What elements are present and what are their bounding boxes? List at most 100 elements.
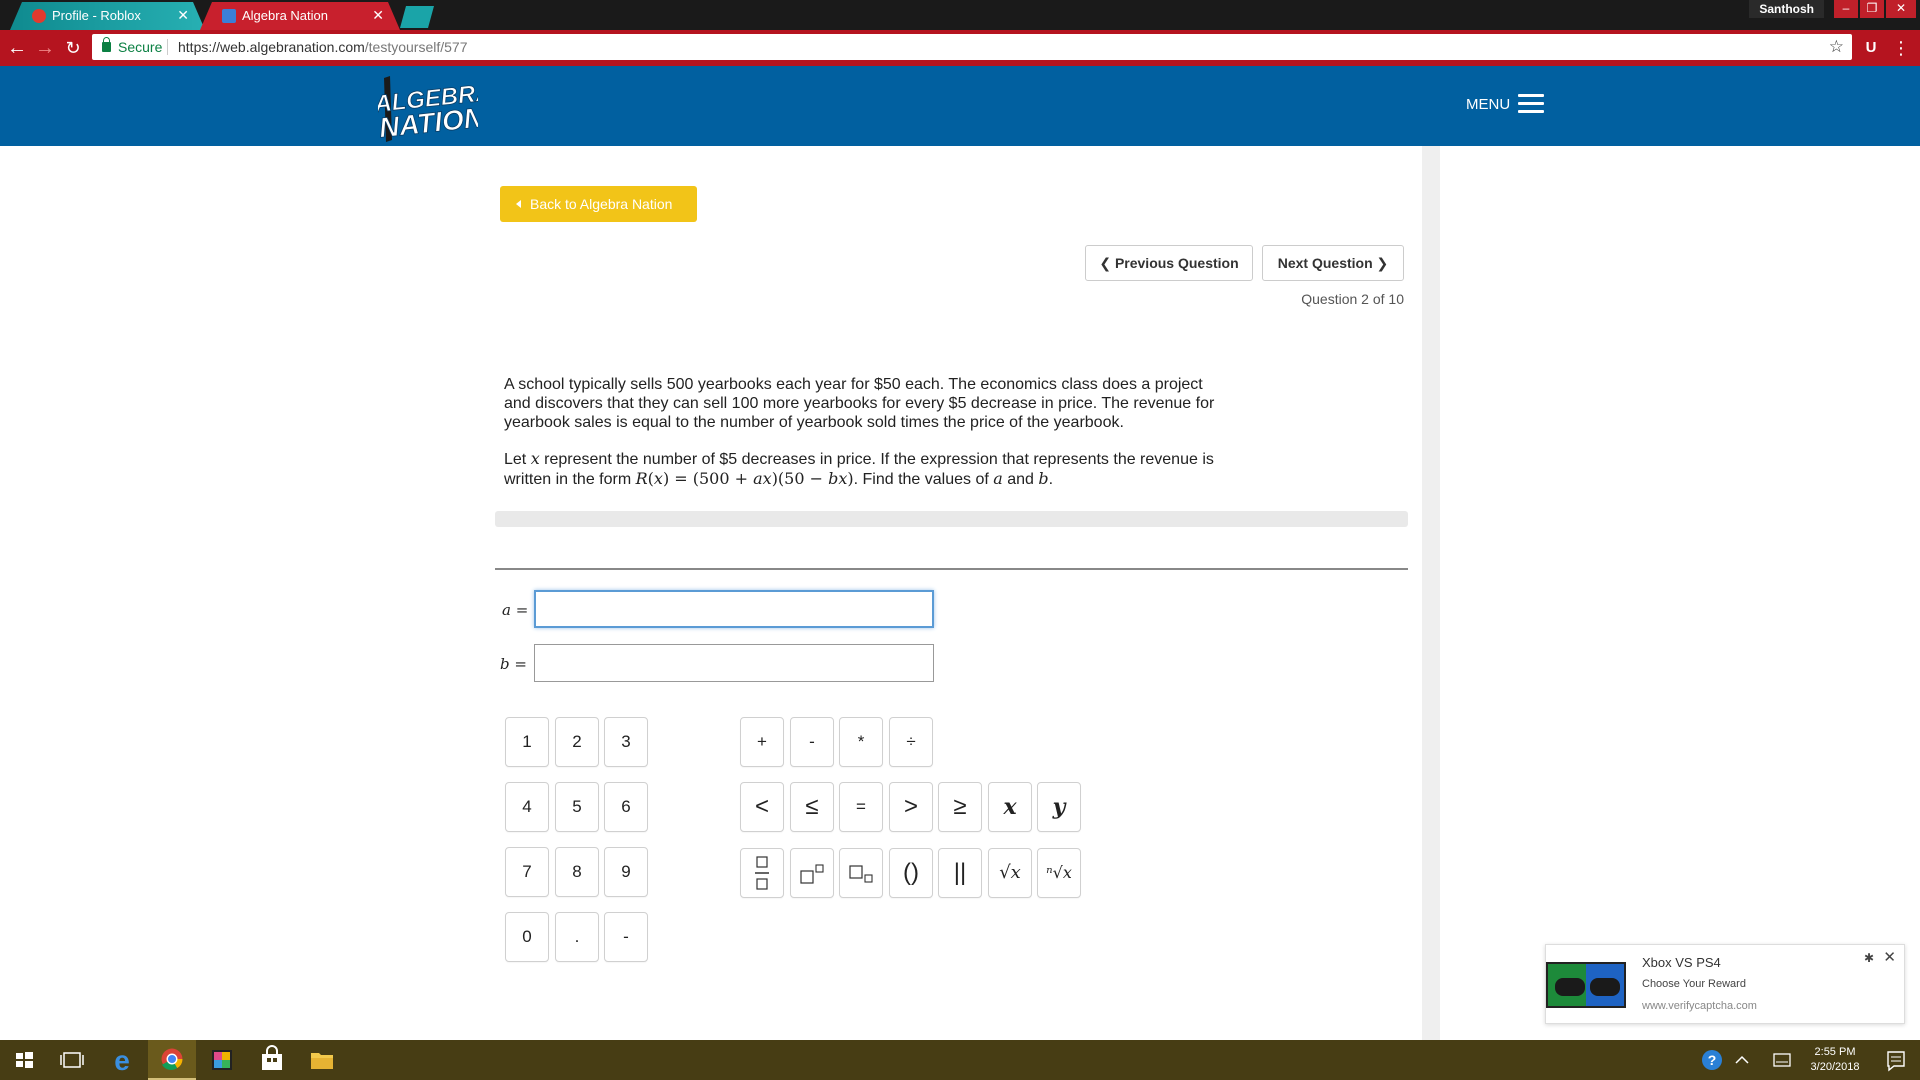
controllers-image [1546, 962, 1626, 1008]
tab-algebra-nation[interactable]: Algebra Nation ✕ [200, 2, 400, 30]
url-text[interactable]: https://web.algebranation.com/testyourse… [178, 34, 468, 60]
file-explorer-icon[interactable] [298, 1040, 346, 1080]
windows-start-icon[interactable] [0, 1040, 48, 1080]
key-nth-root[interactable]: ⁿ√x [1037, 848, 1081, 898]
system-clock[interactable]: 2:55 PM 3/20/2018 [1802, 1045, 1868, 1075]
close-icon[interactable]: ✕ [1883, 948, 1896, 966]
roblox-favicon-icon [32, 9, 46, 23]
hamburger-menu-icon[interactable] [1518, 94, 1544, 114]
key-less-equal[interactable]: ≤ [790, 782, 834, 832]
ad-notification[interactable]: Xbox VS PS4 Choose Your Reward www.verif… [1545, 944, 1905, 1024]
forward-arrow-icon[interactable]: → [32, 35, 58, 61]
new-tab-button[interactable] [400, 6, 434, 28]
key-fraction[interactable] [740, 848, 784, 898]
next-question-label: Next Question [1277, 255, 1373, 271]
task-view-icon[interactable] [48, 1040, 96, 1080]
math-variable: x [530, 449, 540, 468]
photos-app-icon[interactable] [198, 1040, 246, 1080]
keyboard-icon[interactable] [1762, 1040, 1802, 1080]
ps4-controller-icon [1590, 978, 1620, 996]
scroll-gutter [1422, 146, 1440, 1040]
text-fragment: and [1002, 471, 1039, 488]
key-greater-than[interactable]: > [889, 782, 933, 832]
hint-bar[interactable] [495, 511, 1408, 527]
chrome-browser-icon[interactable] [148, 1040, 196, 1080]
question-text: A school typically sells 500 yearbooks e… [504, 375, 1224, 506]
key-divide[interactable]: ÷ [889, 717, 933, 767]
variable-b: b [500, 655, 510, 673]
algebra-nation-logo[interactable]: ALGEBRA NATION [378, 74, 478, 142]
key-variable-y[interactable]: y [1037, 782, 1081, 832]
back-arrow-icon[interactable]: ← [4, 35, 30, 61]
key-9[interactable]: 9 [604, 847, 648, 897]
key-subscript[interactable] [839, 848, 883, 898]
profile-name[interactable]: Santhosh [1749, 0, 1824, 18]
gear-icon[interactable]: ✱ [1864, 951, 1874, 965]
url-host: https://web.algebranation.com [178, 39, 365, 55]
store-bag-icon[interactable] [248, 1040, 296, 1080]
key-equals[interactable]: = [839, 782, 883, 832]
notification-url: www.verifycaptcha.com [1642, 1000, 1757, 1012]
key-plus[interactable]: + [740, 717, 784, 767]
key-superscript[interactable] [790, 848, 834, 898]
clock-date: 3/20/2018 [1810, 1061, 1860, 1073]
tab-title: Algebra Nation [242, 8, 328, 23]
extension-u-icon[interactable]: U [1860, 35, 1882, 61]
key-decimal[interactable]: . [555, 912, 599, 962]
key-variable-x[interactable]: x [988, 782, 1032, 832]
key-2[interactable]: 2 [555, 717, 599, 767]
svg-text:e: e [114, 1045, 130, 1076]
browser-menu-icon[interactable]: ⋮ [1892, 35, 1910, 61]
notification-subtitle: Choose Your Reward [1642, 978, 1746, 990]
key-square-root[interactable]: √x [988, 848, 1032, 898]
tab-roblox[interactable]: Profile - Roblox ✕ [10, 2, 205, 30]
action-center-icon[interactable] [1872, 1040, 1920, 1080]
key-0[interactable]: 0 [505, 912, 549, 962]
b-answer-input[interactable] [534, 644, 934, 682]
previous-question-button[interactable]: ❮ Previous Question [1085, 245, 1253, 281]
next-question-button[interactable]: Next Question ❯ [1262, 245, 1404, 281]
close-icon[interactable]: ✕ [177, 2, 189, 29]
key-5[interactable]: 5 [555, 782, 599, 832]
key-multiply[interactable]: * [839, 717, 883, 767]
key-greater-equal[interactable]: ≥ [938, 782, 982, 832]
key-4[interactable]: 4 [505, 782, 549, 832]
key-7[interactable]: 7 [505, 847, 549, 897]
close-icon[interactable]: ✕ [372, 2, 384, 29]
edge-browser-icon[interactable]: e [98, 1040, 146, 1080]
key-1[interactable]: 1 [505, 717, 549, 767]
caret-left-icon [516, 200, 521, 208]
key-3[interactable]: 3 [604, 717, 648, 767]
restore-button[interactable]: ❐ [1860, 0, 1884, 18]
notification-title: Xbox VS PS4 [1642, 955, 1721, 970]
math-variable: bx [828, 469, 848, 488]
math-symbol: ) = (500 + [662, 469, 754, 488]
key-8[interactable]: 8 [555, 847, 599, 897]
key-6[interactable]: 6 [604, 782, 648, 832]
address-bar[interactable]: Secure https://web.algebranation.com/tes… [92, 34, 1852, 60]
chevron-right-icon: ❯ [1372, 255, 1389, 271]
text-fragment: . [1048, 471, 1054, 488]
minimize-button[interactable]: – [1834, 0, 1858, 18]
chevron-left-icon: ❮ [1099, 255, 1115, 271]
menu-label[interactable]: MENU [1466, 96, 1510, 113]
back-to-algebra-nation-button[interactable]: Back to Algebra Nation [500, 186, 697, 222]
chevron-up-icon[interactable] [1722, 1040, 1762, 1080]
key-minus[interactable]: - [790, 717, 834, 767]
key-less-than[interactable]: < [740, 782, 784, 832]
key-parentheses[interactable]: () [889, 848, 933, 898]
bookmark-star-icon[interactable]: ☆ [1829, 34, 1844, 60]
equals-sign: = [509, 655, 527, 673]
question-counter: Question 2 of 10 [1301, 291, 1404, 307]
key-absolute-value[interactable]: || [938, 848, 982, 898]
variable-a: a [502, 601, 511, 619]
a-label: a = [502, 601, 528, 619]
window-close-button[interactable]: ✕ [1886, 0, 1916, 18]
secure-label: Secure [118, 39, 163, 55]
math-symbol: )(50 − [771, 469, 829, 488]
key-negative[interactable]: - [604, 912, 648, 962]
a-answer-input[interactable] [534, 590, 934, 628]
math-variable: R [635, 469, 648, 488]
reload-icon[interactable]: ↻ [60, 35, 86, 61]
fraction-template-icon [755, 856, 769, 890]
